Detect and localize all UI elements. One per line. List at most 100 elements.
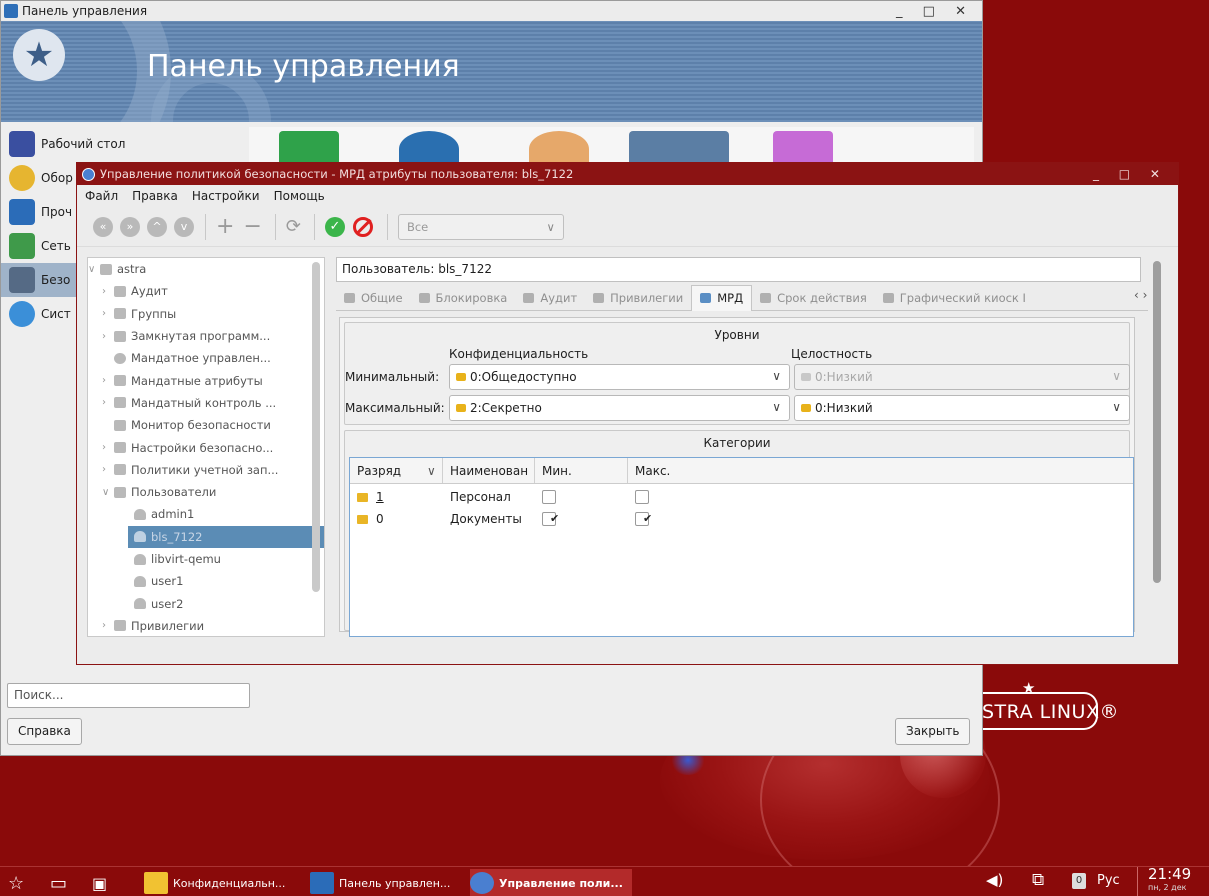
tree-item[interactable]: › Аудит	[88, 280, 324, 302]
min-integrity-select: 0:Низкий ∨	[794, 364, 1130, 390]
expand-icon[interactable]: ›	[102, 464, 114, 475]
tree-item[interactable]: › Замкнутая программ...	[88, 325, 324, 347]
keyboard-layout[interactable]: Рус	[1097, 873, 1120, 888]
taskbar-item-folder[interactable]: Конфиденциальн...	[144, 869, 294, 896]
tab-privileges[interactable]: Привилегии	[585, 285, 691, 311]
max-integrity-select[interactable]: 0:Низкий ∨	[794, 395, 1130, 421]
user-field: Пользователь: bls_7122	[336, 257, 1141, 282]
add-icon[interactable]: +	[216, 215, 234, 237]
expand-icon[interactable]: ›	[102, 397, 114, 408]
volume-icon[interactable]: ◀)	[986, 871, 1003, 889]
windows-icon[interactable]: ▭	[50, 869, 67, 896]
expand-icon[interactable]: ›	[102, 308, 114, 319]
menu-help[interactable]: Помощь	[274, 189, 325, 203]
cancel-icon[interactable]	[352, 216, 373, 237]
control-panel-icon-row	[249, 127, 974, 167]
select-value: 2:Секретно	[470, 401, 542, 415]
system-gear-icon	[9, 301, 35, 327]
last-icon[interactable]: »	[120, 216, 140, 237]
tree-item[interactable]: › Мандатный контроль ...	[88, 392, 324, 414]
groups-icon	[114, 308, 126, 320]
dialog-window-controls[interactable]: _ □ ✕	[1093, 167, 1168, 181]
user-icon	[134, 531, 146, 543]
tree-user[interactable]: user2	[88, 592, 324, 614]
tab-lock[interactable]: Блокировка	[411, 285, 516, 311]
expand-icon[interactable]: ›	[102, 620, 114, 631]
expand-icon[interactable]: ›	[102, 286, 114, 297]
up-icon[interactable]: ^	[147, 216, 167, 237]
window-controls[interactable]: _ □ ✕	[896, 4, 974, 19]
details-scrollbar[interactable]	[1153, 261, 1161, 583]
min-confidentiality-select[interactable]: 0:Общедоступно ∨	[449, 364, 790, 390]
tree-item[interactable]: Монитор безопасности	[88, 414, 324, 436]
control-panel-titlebar[interactable]: Панель управления _ □ ✕	[1, 1, 982, 21]
tree-item[interactable]: › Группы	[88, 303, 324, 325]
tab-scroll-arrows[interactable]: ‹ ›	[1134, 288, 1152, 302]
monitor-icon	[114, 419, 126, 431]
tree-item[interactable]: Мандатное управлен...	[88, 347, 324, 369]
desktop-icon[interactable]: ▣	[92, 869, 107, 896]
categories-group: Категории Разряд ∨ Наименован Мин. Макс.…	[344, 430, 1134, 637]
tree-item[interactable]: › Настройки безопасно...	[88, 436, 324, 458]
column-min[interactable]: Мин.	[535, 458, 628, 483]
refresh-icon[interactable]: ⟳	[286, 216, 301, 237]
tab-general[interactable]: Общие	[336, 285, 411, 311]
menu-settings[interactable]: Настройки	[192, 189, 260, 203]
tab-mrd[interactable]: МРД	[691, 284, 753, 311]
banner-title: Панель управления	[147, 49, 460, 84]
collapse-icon[interactable]: ∨	[102, 487, 114, 498]
tree-item[interactable]: › Привилегии	[88, 615, 324, 636]
tree-root[interactable]: ∨ astra	[88, 258, 324, 280]
column-max[interactable]: Макс.	[628, 458, 728, 483]
remove-icon[interactable]: −	[243, 215, 261, 237]
control-panel-icon	[310, 872, 334, 894]
max-checkbox-checked[interactable]: ✔	[635, 512, 652, 526]
help-button[interactable]: Справка	[7, 718, 82, 745]
search-input[interactable]: Поиск...	[7, 683, 250, 708]
tree-user[interactable]: admin1	[88, 503, 324, 525]
tree-user[interactable]: user1	[88, 570, 324, 592]
tree-user-selected[interactable]: bls_7122	[128, 525, 324, 548]
tree-user[interactable]: libvirt-qemu	[88, 548, 324, 570]
tree-item[interactable]: ∨ Пользователи	[88, 481, 324, 503]
account-policy-icon	[114, 464, 126, 476]
audit-icon	[114, 285, 126, 297]
min-checkbox-checked[interactable]: ✔	[542, 512, 559, 526]
taskbar-label: Управление поли...	[499, 876, 623, 890]
expand-icon[interactable]: ›	[102, 375, 114, 386]
menu-edit[interactable]: Правка	[132, 189, 178, 203]
table-row[interactable]: 0 Документы ✔ ✔	[350, 508, 1133, 530]
user-icon	[134, 553, 146, 565]
badge-counter[interactable]: 0	[1072, 873, 1086, 889]
down-icon[interactable]: v	[174, 216, 194, 237]
min-checkbox[interactable]	[542, 490, 556, 504]
tab-kiosk[interactable]: Графический киоск I	[875, 285, 1034, 311]
expand-icon[interactable]: ›	[102, 331, 114, 342]
close-button[interactable]: Закрыть	[895, 718, 971, 745]
max-checkbox[interactable]	[635, 490, 649, 504]
table-row[interactable]: 1 Персонал	[350, 486, 1133, 508]
clock-time[interactable]: 21:49	[1148, 866, 1191, 882]
tree-item[interactable]: › Мандатные атрибуты	[88, 369, 324, 391]
collapse-icon[interactable]: ∨	[88, 264, 100, 275]
menu-file[interactable]: Файл	[85, 189, 118, 203]
select-value: 0:Низкий	[815, 401, 873, 415]
dialog-titlebar[interactable]: Управление политикой безопасности - МРД …	[77, 163, 1178, 185]
tab-audit[interactable]: Аудит	[515, 285, 585, 311]
tree-scrollbar[interactable]	[312, 262, 320, 592]
tab-expiry[interactable]: Срок действия	[752, 285, 875, 311]
tree-item[interactable]: › Политики учетной зап...	[88, 459, 324, 481]
sidebar-item-desktop[interactable]: Рабочий стол	[1, 127, 246, 161]
first-icon[interactable]: «	[93, 216, 113, 237]
apply-check-icon[interactable]: ✓	[324, 216, 345, 237]
filter-combo[interactable]: Все ∨	[397, 213, 564, 240]
column-name[interactable]: Наименован	[443, 458, 535, 483]
column-bit[interactable]: Разряд ∨	[350, 458, 443, 483]
max-confidentiality-select[interactable]: 2:Секретно ∨	[449, 395, 790, 421]
taskbar-item-control-panel[interactable]: Панель управлен...	[310, 869, 460, 896]
network-icon[interactable]: ⧉	[1032, 870, 1044, 890]
expand-icon[interactable]: ›	[102, 442, 114, 453]
start-star-icon[interactable]: ☆	[8, 869, 24, 896]
max-cell: ✔	[628, 512, 728, 526]
taskbar-item-security-policy[interactable]: Управление поли...	[470, 869, 632, 896]
